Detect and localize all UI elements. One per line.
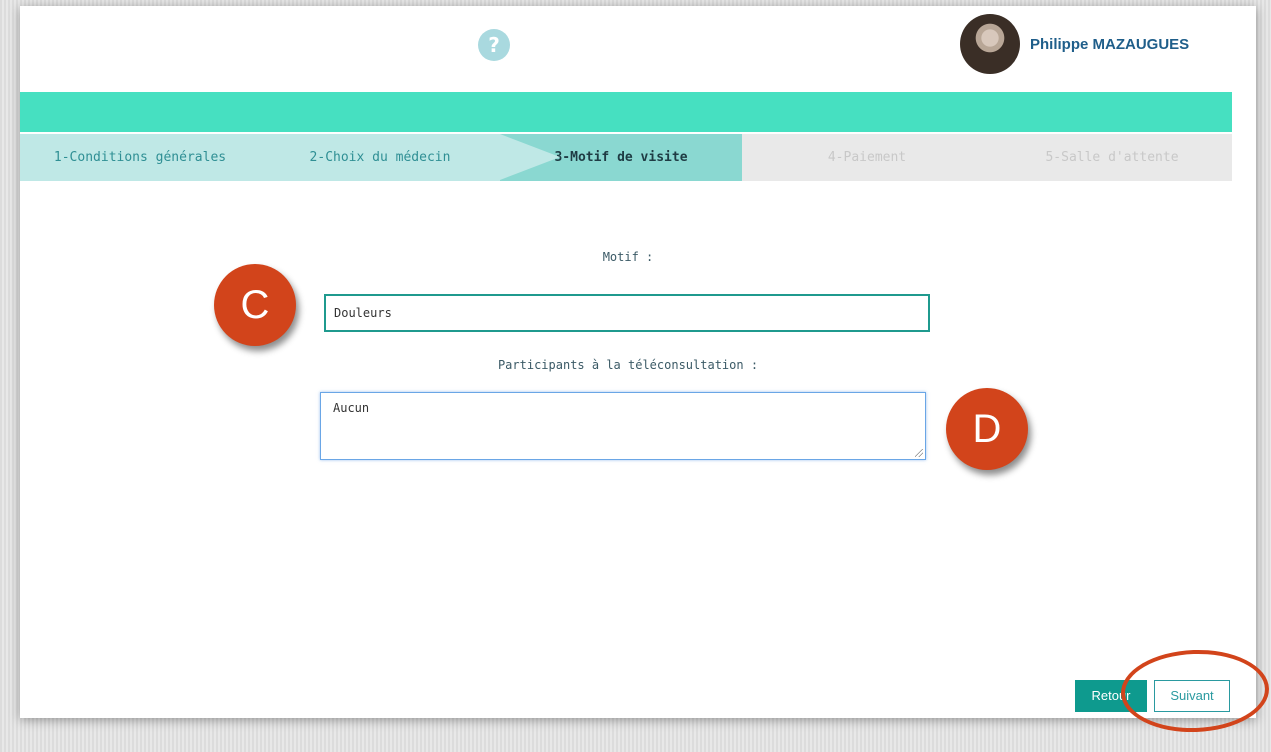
step-salle-attente: 5-Salle d'attente [1045,150,1179,165]
user-avatar[interactable] [960,14,1020,74]
motif-label: Motif : [602,250,654,264]
user-name[interactable]: Philippe MAZAUGUES [1030,36,1189,53]
motif-input[interactable]: Douleurs [324,294,930,332]
step-arrow-icon [500,134,560,180]
app-window: ? Philippe MAZAUGUES 1-Conditions généra… [20,6,1256,718]
step-conditions-generales[interactable]: 1-Conditions générales [20,134,260,181]
step-paiement: 4-Paiement [827,150,907,165]
resize-grip-icon[interactable] [915,449,923,457]
progress-steps: 1-Conditions générales 2-Choix du médeci… [20,134,1232,181]
annotation-badge-c: C [214,264,296,346]
top-header: ? Philippe MAZAUGUES [20,6,1256,92]
step-choix-medecin[interactable]: 2-Choix du médecin [260,134,500,181]
participants-value: Aucun [333,401,370,415]
annotation-badge-d: D [946,388,1028,470]
participants-textarea[interactable]: Aucun [320,392,926,460]
header-banner [20,92,1232,132]
help-icon[interactable]: ? [478,29,510,61]
participants-label: Participants à la téléconsultation : [497,358,759,372]
